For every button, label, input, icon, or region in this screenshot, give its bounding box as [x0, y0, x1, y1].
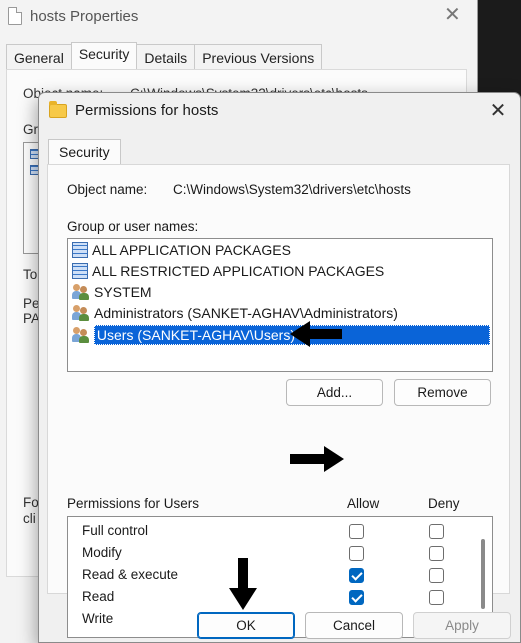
allow-header: Allow	[347, 496, 380, 511]
add-button[interactable]: Add...	[286, 379, 383, 406]
tab-security-dialog[interactable]: Security	[48, 139, 121, 165]
bg-tab-bar: General Security Details Previous Versio…	[6, 42, 323, 70]
arrow-right-icon	[290, 446, 344, 472]
list-item[interactable]: ALL RESTRICTED APPLICATION PACKAGES	[72, 260, 384, 281]
allow-checkbox[interactable]	[349, 524, 364, 539]
allow-checkbox[interactable]	[349, 590, 364, 605]
deny-checkbox[interactable]	[429, 568, 444, 583]
user-name: ALL RESTRICTED APPLICATION PACKAGES	[92, 262, 385, 279]
list-item[interactable]: ALL APPLICATION PACKAGES	[72, 239, 291, 260]
permission-name: Full control	[82, 523, 149, 538]
users-group-icon	[72, 326, 90, 343]
permissions-dialog: Permissions for hosts ✕ Security Object …	[38, 92, 521, 643]
user-name: Administrators (SANKET-AGHAV\Administrat…	[94, 304, 398, 321]
permission-name: Modify	[82, 545, 122, 560]
permission-row: Read	[68, 586, 478, 608]
bg-to-label: To	[23, 267, 38, 282]
user-name: ALL APPLICATION PACKAGES	[92, 241, 291, 258]
list-item-selected[interactable]: Users (SANKET-AGHAV\Users)	[72, 324, 490, 345]
bg-window-title: hosts Properties	[8, 7, 138, 25]
permission-row: Read & execute	[68, 564, 478, 586]
permission-row: Modify	[68, 542, 478, 564]
allow-checkbox[interactable]	[349, 546, 364, 561]
deny-checkbox[interactable]	[429, 590, 444, 605]
users-group-icon	[72, 283, 90, 300]
remove-button[interactable]: Remove	[394, 379, 491, 406]
security-panel: Object name: C:\Windows\System32\drivers…	[47, 164, 510, 638]
tab-security[interactable]: Security	[70, 42, 138, 70]
folder-icon	[49, 100, 67, 118]
deny-checkbox[interactable]	[429, 524, 444, 539]
apply-button[interactable]: Apply	[413, 612, 511, 639]
user-list[interactable]: ALL APPLICATION PACKAGES ALL RESTRICTED …	[67, 238, 493, 372]
package-icon	[72, 241, 88, 258]
object-name-value: C:\Windows\System32\drivers\etc\hosts	[173, 182, 411, 197]
tab-previous-versions[interactable]: Previous Versions	[194, 44, 323, 70]
permission-name: Read & execute	[82, 567, 179, 582]
tab-general[interactable]: General	[6, 44, 72, 70]
allow-checkbox[interactable]	[349, 568, 364, 583]
bg-close-icon[interactable]: ✕	[444, 4, 461, 26]
bg-fo-label: Fo	[23, 495, 39, 510]
scrollbar-thumb[interactable]	[481, 539, 485, 609]
list-item[interactable]: SYSTEM	[72, 281, 152, 302]
dialog-title-text: Permissions for hosts	[75, 102, 219, 119]
dialog-title: Permissions for hosts	[49, 100, 219, 119]
permission-row: Full control	[68, 520, 478, 542]
package-icon	[72, 262, 88, 279]
user-name: SYSTEM	[94, 283, 152, 300]
arrow-left-icon	[290, 321, 342, 347]
permissions-label: Permissions for Users	[67, 496, 200, 511]
document-icon	[8, 7, 22, 25]
permission-name: Write	[82, 611, 114, 626]
list-item[interactable]: Administrators (SANKET-AGHAV\Administrat…	[72, 302, 398, 323]
bg-window-title-text: hosts Properties	[30, 7, 139, 25]
users-group-icon	[72, 304, 90, 321]
arrow-down-icon	[229, 558, 257, 610]
object-name-label: Object name:	[67, 182, 148, 197]
deny-header: Deny	[428, 496, 460, 511]
cancel-button[interactable]: Cancel	[305, 612, 403, 639]
close-icon[interactable]: ✕	[486, 99, 510, 123]
bg-group-label: Gr	[23, 122, 38, 137]
deny-checkbox[interactable]	[429, 546, 444, 561]
tab-details[interactable]: Details	[136, 44, 196, 70]
permission-name: Read	[82, 589, 115, 604]
ok-button[interactable]: OK	[197, 612, 295, 639]
group-label: Group or user names:	[67, 219, 199, 234]
bg-cli-label: cli	[23, 511, 36, 526]
